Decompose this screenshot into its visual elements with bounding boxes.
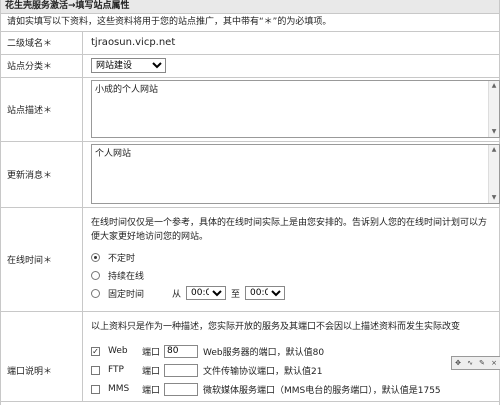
category-select[interactable]: 网站建设: [91, 58, 166, 73]
to-label: 至: [231, 289, 241, 300]
domain-row: 二级域名＊ tjraosun.vicp.net: [1, 32, 499, 55]
update-label: 更新消息＊: [1, 141, 83, 208]
close-icon[interactable]: ×: [491, 359, 497, 367]
online-time-row: 在线时间＊ 在线时间仅仅是一个参考，具体的在线时间实际上是由您安排的。告诉别人您…: [1, 207, 499, 312]
ftp-name: FTP: [108, 365, 124, 375]
online-time-label: 在线时间＊: [1, 207, 83, 312]
description-scrollbar[interactable]: ▲ ▼: [488, 81, 499, 137]
site-properties-form: 二级域名＊ tjraosun.vicp.net 站点分类＊ 网站建设 站点描述＊…: [1, 32, 500, 402]
ports-note: 以上资料只是作为一种描述，您实际开放的服务及其端口不会因以上描述资料而发生实际改…: [91, 321, 461, 332]
mms-desc: 微软媒体服务端口（MMS电台的服务端口），默认值是1755: [203, 385, 441, 396]
move-handle-icon[interactable]: ✥: [455, 359, 461, 367]
radio-always-online[interactable]: [91, 270, 100, 280]
mms-port-input[interactable]: [164, 382, 198, 396]
description-row: 站点描述＊ 小成的个人网站 ▲ ▼: [1, 77, 500, 142]
page-title: 花生壳服务激活→填写站点属性: [1, 0, 499, 14]
web-port-label: 端口: [142, 347, 161, 358]
radio-fixed-time[interactable]: [91, 288, 100, 298]
domain-value: tjraosun.vicp.net: [91, 37, 176, 49]
option-fixed-time-label: 固定时间: [108, 289, 145, 300]
option-unscheduled[interactable]: 不定时: [91, 248, 495, 266]
scroll-up-arrow-icon[interactable]: ▲: [489, 81, 499, 91]
from-time-select[interactable]: 00:00: [186, 286, 227, 300]
ports-row: 端口说明＊ 以上资料只是作为一种描述，您实际开放的服务及其端口不会因以上描述资料…: [1, 311, 499, 402]
scroll-down-arrow-icon[interactable]: ▼: [489, 127, 499, 137]
web-name: Web: [108, 346, 128, 356]
option-fixed-time[interactable]: 固定时间 从 00:00 至 00:00: [91, 284, 495, 302]
service-ftp: FTP 端口 文件传输协议端口，默认值21: [91, 361, 499, 380]
domain-label: 二级域名＊: [1, 32, 83, 55]
ftp-desc: 文件传输协议端口，默认值21: [203, 366, 323, 377]
checkmark-icon: ✓: [92, 346, 99, 356]
category-label: 站点分类＊: [1, 54, 83, 78]
from-label: 从: [172, 289, 182, 300]
radio-unscheduled[interactable]: [91, 252, 100, 262]
web-desc: Web服务器的端口，默认值80: [203, 347, 325, 358]
mms-checkbox[interactable]: [91, 384, 100, 394]
ports-label: 端口说明＊: [1, 311, 83, 402]
online-time-note: 在线时间仅仅是一个参考，具体的在线时间实际上是由您安排的。告诉别人您的在线时间计…: [91, 218, 488, 242]
option-always-online[interactable]: 持续在线: [91, 266, 495, 284]
update-text: 个人网站: [95, 149, 132, 159]
mms-port-label: 端口: [142, 385, 161, 396]
option-always-online-label: 持续在线: [108, 271, 145, 282]
pencil-icon[interactable]: ✎: [479, 359, 485, 367]
update-textarea[interactable]: 个人网站 ▲ ▼: [91, 144, 500, 204]
scroll-down-arrow-icon[interactable]: ▼: [489, 193, 499, 203]
link-icon[interactable]: ∿: [467, 359, 473, 367]
option-unscheduled-label: 不定时: [108, 253, 136, 264]
description-textarea[interactable]: 小成的个人网站 ▲ ▼: [91, 80, 500, 138]
ftp-port-label: 端口: [142, 366, 161, 377]
update-scrollbar[interactable]: ▲ ▼: [488, 145, 499, 203]
service-web: ✓ Web 端口 Web服务器的端口，默认值80: [91, 342, 499, 361]
form-notice: 请如实填写以下资料，这些资料将用于您的站点推广，其中带有“＊”的为必填项。: [1, 14, 499, 32]
floating-mini-toolbar[interactable]: ✥ ∿ ✎ ×: [451, 356, 500, 370]
service-mms: MMS 端口 微软媒体服务端口（MMS电台的服务端口），默认值是1755: [91, 380, 499, 399]
ftp-port-input[interactable]: [164, 363, 198, 377]
to-time-select[interactable]: 00:00: [245, 286, 286, 300]
description-label: 站点描述＊: [1, 77, 83, 142]
activation-form-panel: 花生壳服务激活→填写站点属性 请如实填写以下资料，这些资料将用于您的站点推广，其…: [0, 0, 500, 405]
ftp-checkbox[interactable]: [91, 365, 100, 375]
scroll-up-arrow-icon[interactable]: ▲: [489, 145, 499, 155]
web-port-input[interactable]: [164, 344, 198, 358]
description-text: 小成的个人网站: [95, 85, 159, 95]
category-row: 站点分类＊ 网站建设: [1, 54, 499, 78]
update-row: 更新消息＊ 个人网站 ▲ ▼: [1, 141, 500, 208]
mms-name: MMS: [108, 384, 130, 394]
web-checkbox[interactable]: ✓: [91, 346, 100, 356]
